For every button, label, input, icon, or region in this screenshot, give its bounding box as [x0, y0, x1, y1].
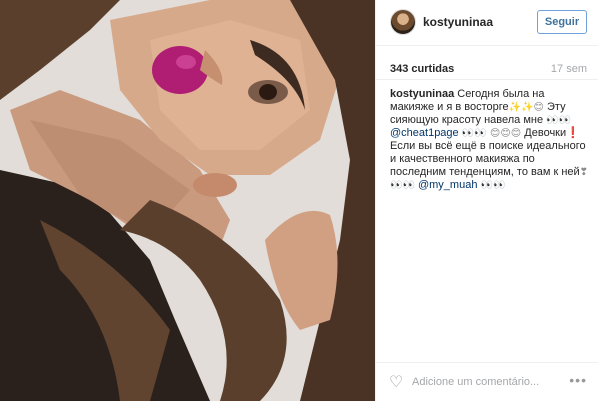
- more-options-icon[interactable]: •••: [569, 373, 587, 387]
- caption-emoji: 👀👀: [546, 115, 572, 126]
- comment-bar: ♡ •••: [376, 362, 598, 401]
- post-header: kostyuninaa Seguir: [376, 0, 598, 46]
- caption-emoji: 👀👀: [477, 180, 506, 191]
- selfie-image: [0, 0, 375, 401]
- follow-button[interactable]: Seguir: [537, 10, 587, 34]
- post-caption: kostyuninaa Сегодня была на макияже и я …: [390, 88, 590, 192]
- caption-emoji: 👀👀 😊😊😊: [458, 128, 522, 139]
- likes-count[interactable]: 343 curtidas: [390, 63, 454, 75]
- caption-emoji: ✨✨😊: [508, 102, 544, 113]
- comment-input[interactable]: [412, 373, 562, 391]
- caption-text: Девочки: [521, 127, 567, 139]
- caption-username[interactable]: kostyuninaa: [390, 88, 454, 100]
- post-timestamp[interactable]: 17 sem: [551, 63, 587, 75]
- mention-link[interactable]: @my_muah: [418, 179, 477, 191]
- mention-link[interactable]: @cheat1page: [390, 127, 459, 139]
- avatar[interactable]: [390, 9, 416, 35]
- heart-icon[interactable]: ♡: [389, 374, 407, 390]
- post-stats: 343 curtidas 17 sem: [376, 56, 598, 80]
- post-sidebar: kostyuninaa Seguir 343 curtidas 17 sem k…: [375, 0, 598, 401]
- post-photo[interactable]: [0, 0, 375, 401]
- username-link[interactable]: kostyuninaa: [423, 15, 493, 29]
